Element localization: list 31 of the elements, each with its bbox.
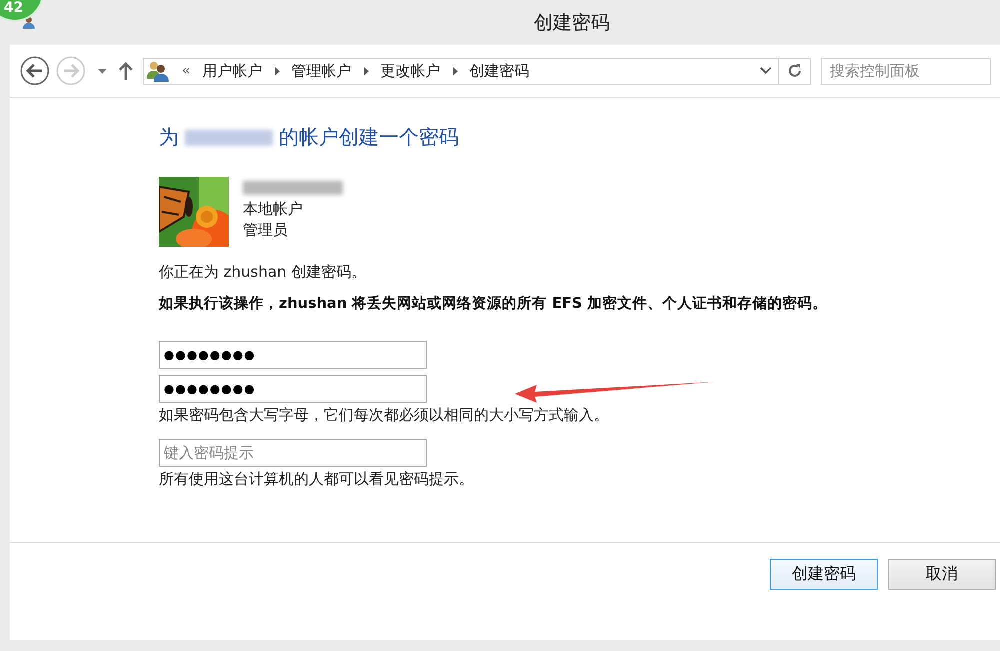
chevron-down-icon[interactable] <box>760 67 772 75</box>
separator-icon[interactable] <box>452 66 458 76</box>
search-field[interactable]: 搜索控制面板 <box>821 58 991 84</box>
back-button[interactable] <box>20 56 50 86</box>
refresh-button[interactable] <box>779 58 811 84</box>
cancel-button[interactable]: 取消 <box>888 559 996 590</box>
password-hint-field[interactable]: 键入密码提示 <box>159 439 427 467</box>
password-field[interactable]: ●●●●●●●● <box>159 375 427 403</box>
separator-icon[interactable] <box>364 66 369 76</box>
warning-text: 如果执行该操作，zhushan 将丢失网站或网络资源的所有 EFS 加密文件、个人证书和存储的密码。 <box>159 294 829 313</box>
page-heading: 的帐户创建一个密码 <box>279 124 459 151</box>
separator-icon[interactable] <box>274 66 280 76</box>
breadcrumb-item[interactable]: 用户帐户 <box>202 62 263 80</box>
breadcrumb-item[interactable]: 管理帐户 <box>292 62 352 80</box>
info-text: 你正在为 zhushan 创建密码。 <box>159 263 368 282</box>
count-badge: 42 <box>0 0 44 22</box>
page-heading: 为 <box>159 124 179 151</box>
account-detail: 本地帐户 <box>243 199 304 220</box>
dropdown-icon[interactable] <box>98 68 107 74</box>
window-title: 创建密码 <box>534 10 610 36</box>
account-detail: 管理员 <box>243 220 289 241</box>
breadcrumb-item[interactable]: 创建密码 <box>470 62 530 80</box>
create-password-button[interactable]: 创建密码 <box>770 559 878 590</box>
case-note: 如果密码包含大写字母，它们每次都必须以相同的大小写方式输入。 <box>159 406 610 425</box>
address-bar[interactable]: « 用户帐户 管理帐户 更改帐户 创建密码 <box>143 58 779 84</box>
overflow-chevron[interactable]: « <box>182 63 191 79</box>
up-arrow-icon[interactable] <box>119 62 133 80</box>
password-field[interactable]: ●●●●●●●● <box>159 341 427 369</box>
breadcrumb-item[interactable]: 更改帐户 <box>380 62 441 80</box>
refresh-icon <box>786 63 802 79</box>
hint-note: 所有使用这台计算机的人都可以看见密码提示。 <box>159 470 475 489</box>
